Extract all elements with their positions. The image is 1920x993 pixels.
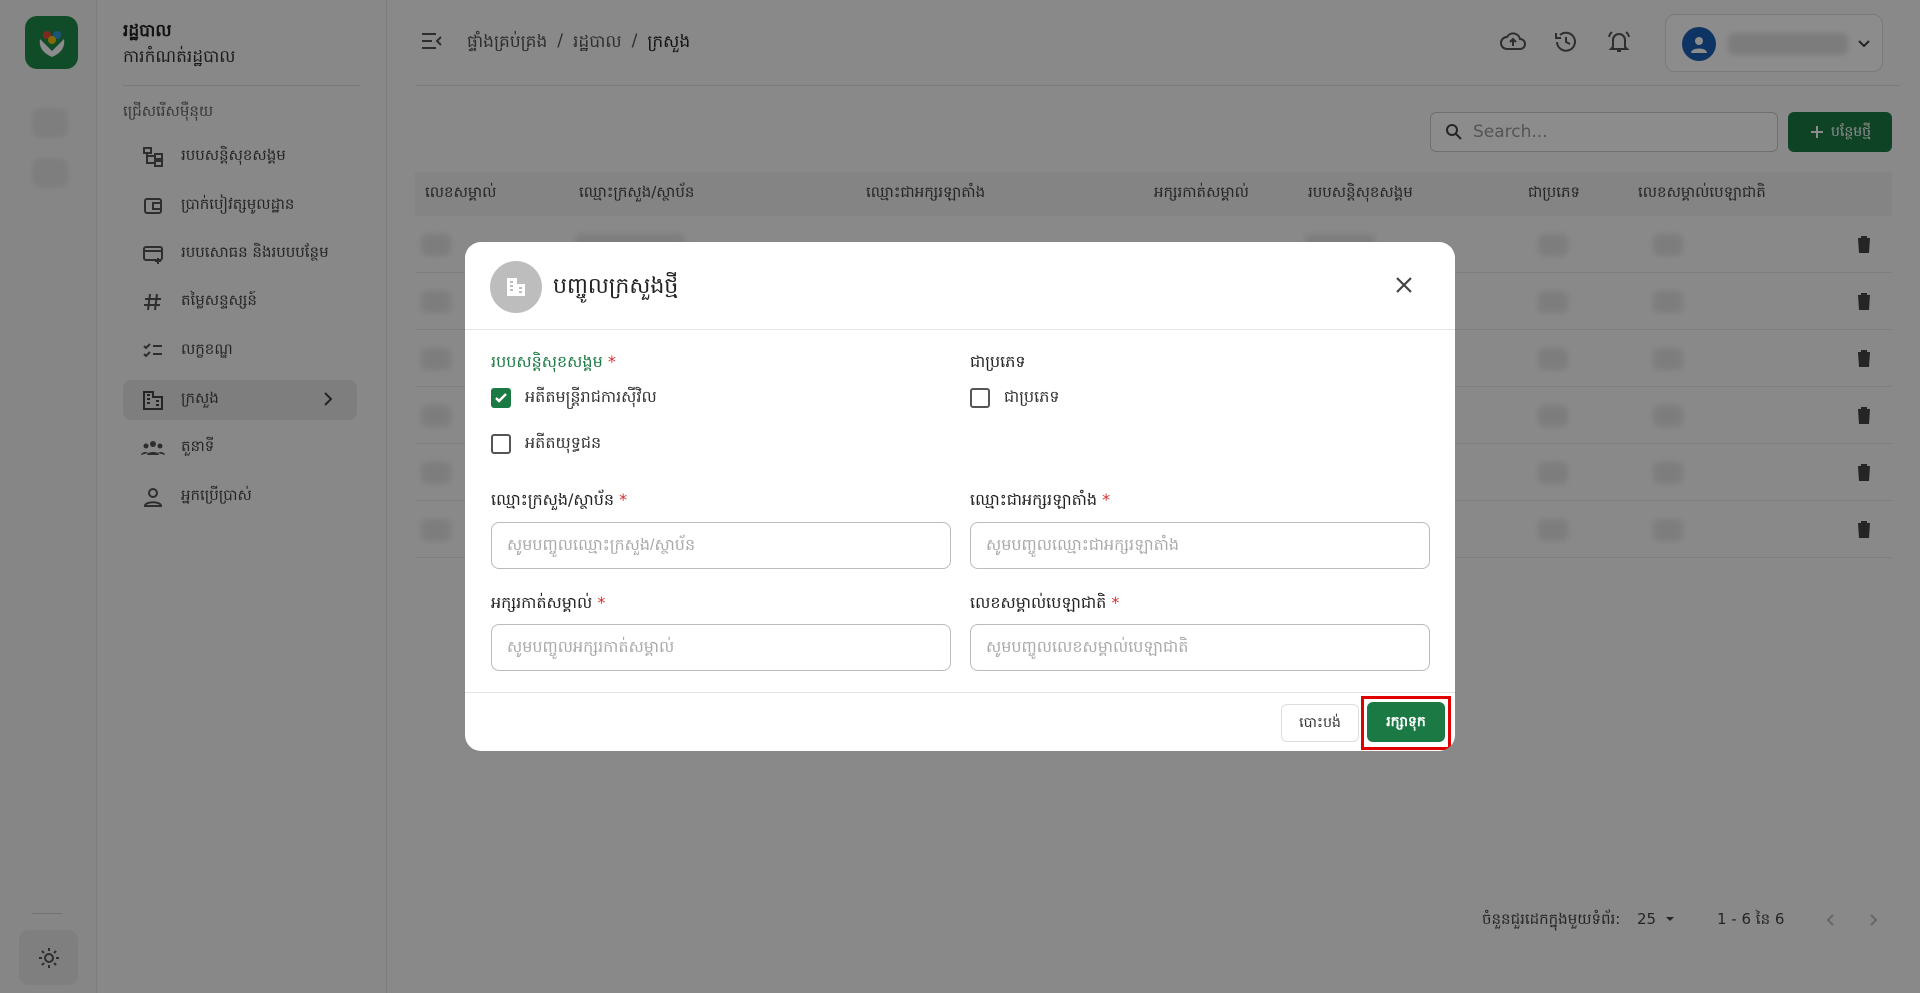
scheme-veteran-checkbox[interactable]: អតីតយុទ្ធជន — [491, 432, 601, 456]
checkbox-label: អតីតមន្ត្រីរាជការស៊ីវិល — [525, 387, 657, 406]
dialog-header: បញ្ចូលក្រសួងថ្មី — [465, 242, 1455, 330]
add-ministry-dialog: បញ្ចូលក្រសួងថ្មី របបសន្តិសុខសង្គម * អតីត… — [465, 242, 1455, 751]
checkbox-checked[interactable] — [491, 388, 511, 408]
abbreviation-field-label: អក្សរកាត់សម្គាល់ * — [491, 593, 606, 612]
latin-name-field-label: ឈ្មោះជាអក្សរឡាតាំង * — [970, 490, 1111, 509]
nssf-id-field-label: លេខសម្គាល់បេឡាជាតិ * — [970, 593, 1120, 612]
ministry-name-input[interactable] — [491, 522, 951, 569]
building-icon — [490, 261, 542, 313]
latin-name-input[interactable] — [970, 522, 1430, 569]
name-field-label: ឈ្មោះក្រសួង/ស្ថាប័ន * — [491, 490, 628, 509]
checkbox-unchecked[interactable] — [970, 388, 990, 408]
checkbox-label: ជាប្រភេទ — [1004, 387, 1060, 406]
scheme-label: របបសន្តិសុខសង្គម * — [491, 352, 616, 371]
save-button-highlight: រក្សាទុក — [1361, 696, 1451, 750]
close-icon[interactable] — [1393, 274, 1415, 300]
type-label: ជាប្រភេទ — [970, 352, 1026, 371]
checkbox-label: អតីតយុទ្ធជន — [525, 433, 602, 452]
nssf-id-input[interactable] — [970, 624, 1430, 671]
scheme-civil-checkbox[interactable]: អតីតមន្ត្រីរាជការស៊ីវិល — [491, 386, 657, 410]
abbreviation-input[interactable] — [491, 624, 951, 671]
save-button[interactable]: រក្សាទុក — [1367, 702, 1445, 742]
divider — [465, 692, 1455, 693]
checkbox-unchecked[interactable] — [491, 434, 511, 454]
cancel-button[interactable]: បោះបង់ — [1281, 704, 1359, 742]
dialog-title: បញ្ចូលក្រសួងថ្មី — [553, 274, 679, 299]
type-checkbox[interactable]: ជាប្រភេទ — [970, 386, 1060, 410]
